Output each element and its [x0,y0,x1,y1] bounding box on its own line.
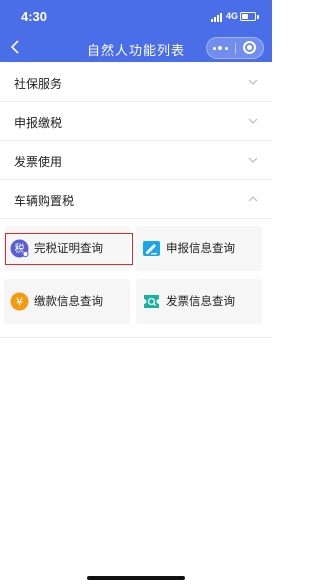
chevron-down-icon [248,157,258,163]
tile-invoice-query[interactable]: 发票信息查询 [136,279,262,324]
close-button[interactable] [236,38,264,58]
section-label: 车辆购置税 [14,194,75,208]
declaration-edit-icon [143,241,160,256]
section-label: 社保服务 [14,77,63,91]
tile-tax-certificate-query[interactable]: 税 完税证明查询 [4,226,130,271]
section-vehicle-purchase-tax[interactable]: 车辆购置税 [0,182,272,219]
status-time: 4:30 [21,9,48,24]
more-button[interactable] [207,38,235,58]
invoice-ticket-icon [144,295,159,308]
signal-icon [211,13,222,22]
section-declare-pay[interactable]: 申报缴税 [0,104,272,141]
section-label: 发票使用 [14,155,63,169]
mini-program-capsule [206,37,264,59]
page-title: 自然人功能列表 [86,43,185,58]
section-label: 申报缴税 [14,116,63,130]
tile-label: 完税证明查询 [34,243,103,255]
home-indicator [87,576,185,580]
tax-certificate-icon: 税 [10,239,29,258]
chevron-down-icon [248,118,258,124]
status-bar: 4:30 4G [0,0,272,32]
chevron-up-icon [248,196,258,202]
tile-label: 缴款信息查询 [34,296,103,308]
back-arrow-icon[interactable] [6,36,24,58]
network-label: 4G [226,11,239,21]
tile-label: 申报信息查询 [166,243,235,255]
chevron-down-icon [248,79,258,85]
tile-payment-query[interactable]: ¥ 缴款信息查询 [4,279,130,324]
battery-icon [240,12,259,21]
tile-label: 发票信息查询 [166,296,235,308]
yuan-glyph: ¥ [16,296,23,309]
vehicle-tax-panel: 税 完税证明查询 申报信息查询 ¥ 缴款信息查询 发票信息查询 [0,220,272,338]
section-invoice-use[interactable]: 发票使用 [0,143,272,180]
yuan-payment-icon: ¥ [10,292,29,311]
tile-declaration-query[interactable]: 申报信息查询 [136,226,262,271]
section-social-security[interactable]: 社保服务 [0,65,272,102]
app-header: 4:30 4G 自然人功能列表 [0,0,272,62]
